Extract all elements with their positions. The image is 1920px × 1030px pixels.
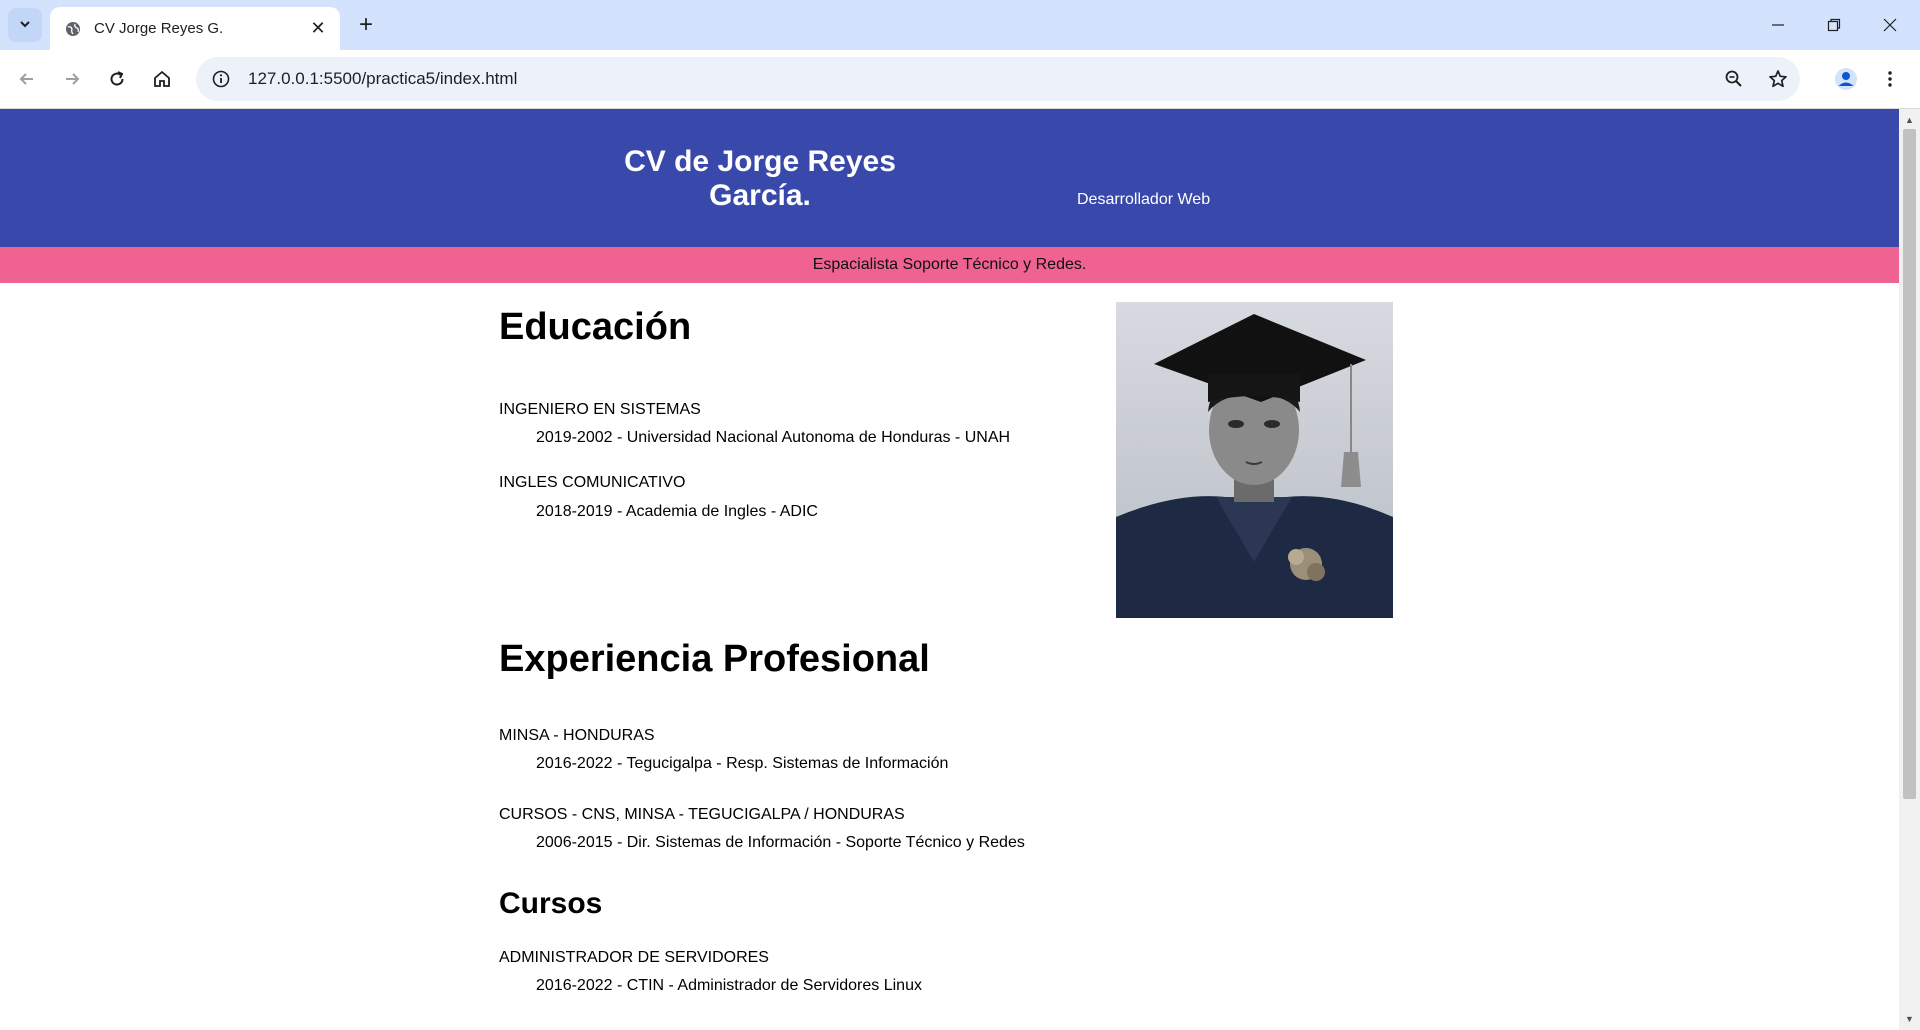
- new-tab-button[interactable]: +: [351, 10, 381, 40]
- restore-button[interactable]: [1806, 0, 1862, 50]
- page-scrollbar[interactable]: ▲ ▼: [1899, 109, 1920, 1030]
- chevron-down-icon: [18, 17, 32, 34]
- specialty-banner: Espacialista Soporte Técnico y Redes.: [0, 247, 1899, 283]
- kebab-menu-icon: [1888, 71, 1892, 87]
- address-bar[interactable]: 127.0.0.1:5500/practica5/index.html: [196, 57, 1800, 101]
- scroll-thumb[interactable]: [1903, 129, 1916, 799]
- home-button[interactable]: [145, 62, 179, 96]
- specialty-text: Espacialista Soporte Técnico y Redes.: [812, 256, 1087, 273]
- tab-title: CV Jorge Reyes G.: [94, 20, 224, 37]
- info-icon[interactable]: [206, 64, 236, 94]
- close-tab-icon[interactable]: ✕: [304, 15, 332, 43]
- education-item-detail: 2018-2019 - Academia de Ingles - ADIC: [536, 503, 818, 520]
- role-subtitle: Desarrollador Web: [1077, 191, 1211, 208]
- education-item-title: INGENIERO EN SISTEMAS: [499, 401, 701, 418]
- arrow-left-icon: [19, 73, 33, 85]
- education-item-detail: 2019-2002 - Universidad Nacional Autonom…: [536, 429, 1011, 446]
- close-window-button[interactable]: [1862, 0, 1918, 50]
- courses-heading: Cursos: [499, 887, 603, 920]
- back-button[interactable]: [10, 62, 44, 96]
- bookmark-star-icon[interactable]: [1756, 57, 1800, 101]
- active-tab[interactable]: CV Jorge Reyes G. ✕: [50, 7, 340, 50]
- experience-item-detail: 2016-2022 - Tegucigalpa - Resp. Sistemas…: [536, 755, 949, 772]
- experience-item-detail: 2006-2015 - Dir. Sistemas de Información…: [536, 834, 1025, 851]
- url-text[interactable]: 127.0.0.1:5500/practica5/index.html: [248, 69, 1712, 89]
- reload-button[interactable]: [100, 62, 134, 96]
- course-item-title: ADMINISTRADOR DE SERVIDORES: [499, 949, 769, 966]
- profile-button[interactable]: [1829, 62, 1863, 96]
- experience-heading: Experiencia Profesional: [499, 638, 930, 680]
- avatar-icon: [1835, 68, 1857, 90]
- scroll-down-arrow-icon[interactable]: ▼: [1899, 1010, 1920, 1028]
- experience-item-title: MINSA - HONDURAS: [499, 727, 655, 744]
- globe-icon: [64, 20, 82, 38]
- menu-button[interactable]: [1873, 62, 1907, 96]
- browser-toolbar: 127.0.0.1:5500/practica5/index.html: [0, 50, 1920, 109]
- education-heading: Educación: [499, 306, 692, 348]
- forward-button[interactable]: [55, 62, 89, 96]
- experience-item-title: CURSOS - CNS, MINSA - TEGUCIGALPA / HOND…: [499, 806, 905, 823]
- profile-photo: [1116, 302, 1393, 618]
- course-item-detail: 2016-2022 - CTIN - Administrador de Serv…: [536, 977, 922, 994]
- arrow-right-icon: [66, 73, 80, 85]
- page-title: CV de Jorge Reyes García.: [624, 145, 896, 212]
- education-item-title: INGLES COMUNICATIVO: [499, 474, 686, 491]
- site-header: CV de Jorge Reyes García. Desarrollador …: [0, 109, 1899, 247]
- page-viewport: CV de Jorge Reyes García. Desarrollador …: [0, 109, 1899, 1030]
- tab-strip: CV Jorge Reyes G. ✕ +: [0, 0, 1920, 50]
- minimize-button[interactable]: [1750, 0, 1806, 50]
- home-icon: [154, 70, 170, 87]
- tab-search-button[interactable]: [8, 8, 42, 42]
- reload-icon: [110, 71, 124, 86]
- zoom-icon[interactable]: [1712, 57, 1756, 101]
- scroll-up-arrow-icon[interactable]: ▲: [1899, 111, 1920, 129]
